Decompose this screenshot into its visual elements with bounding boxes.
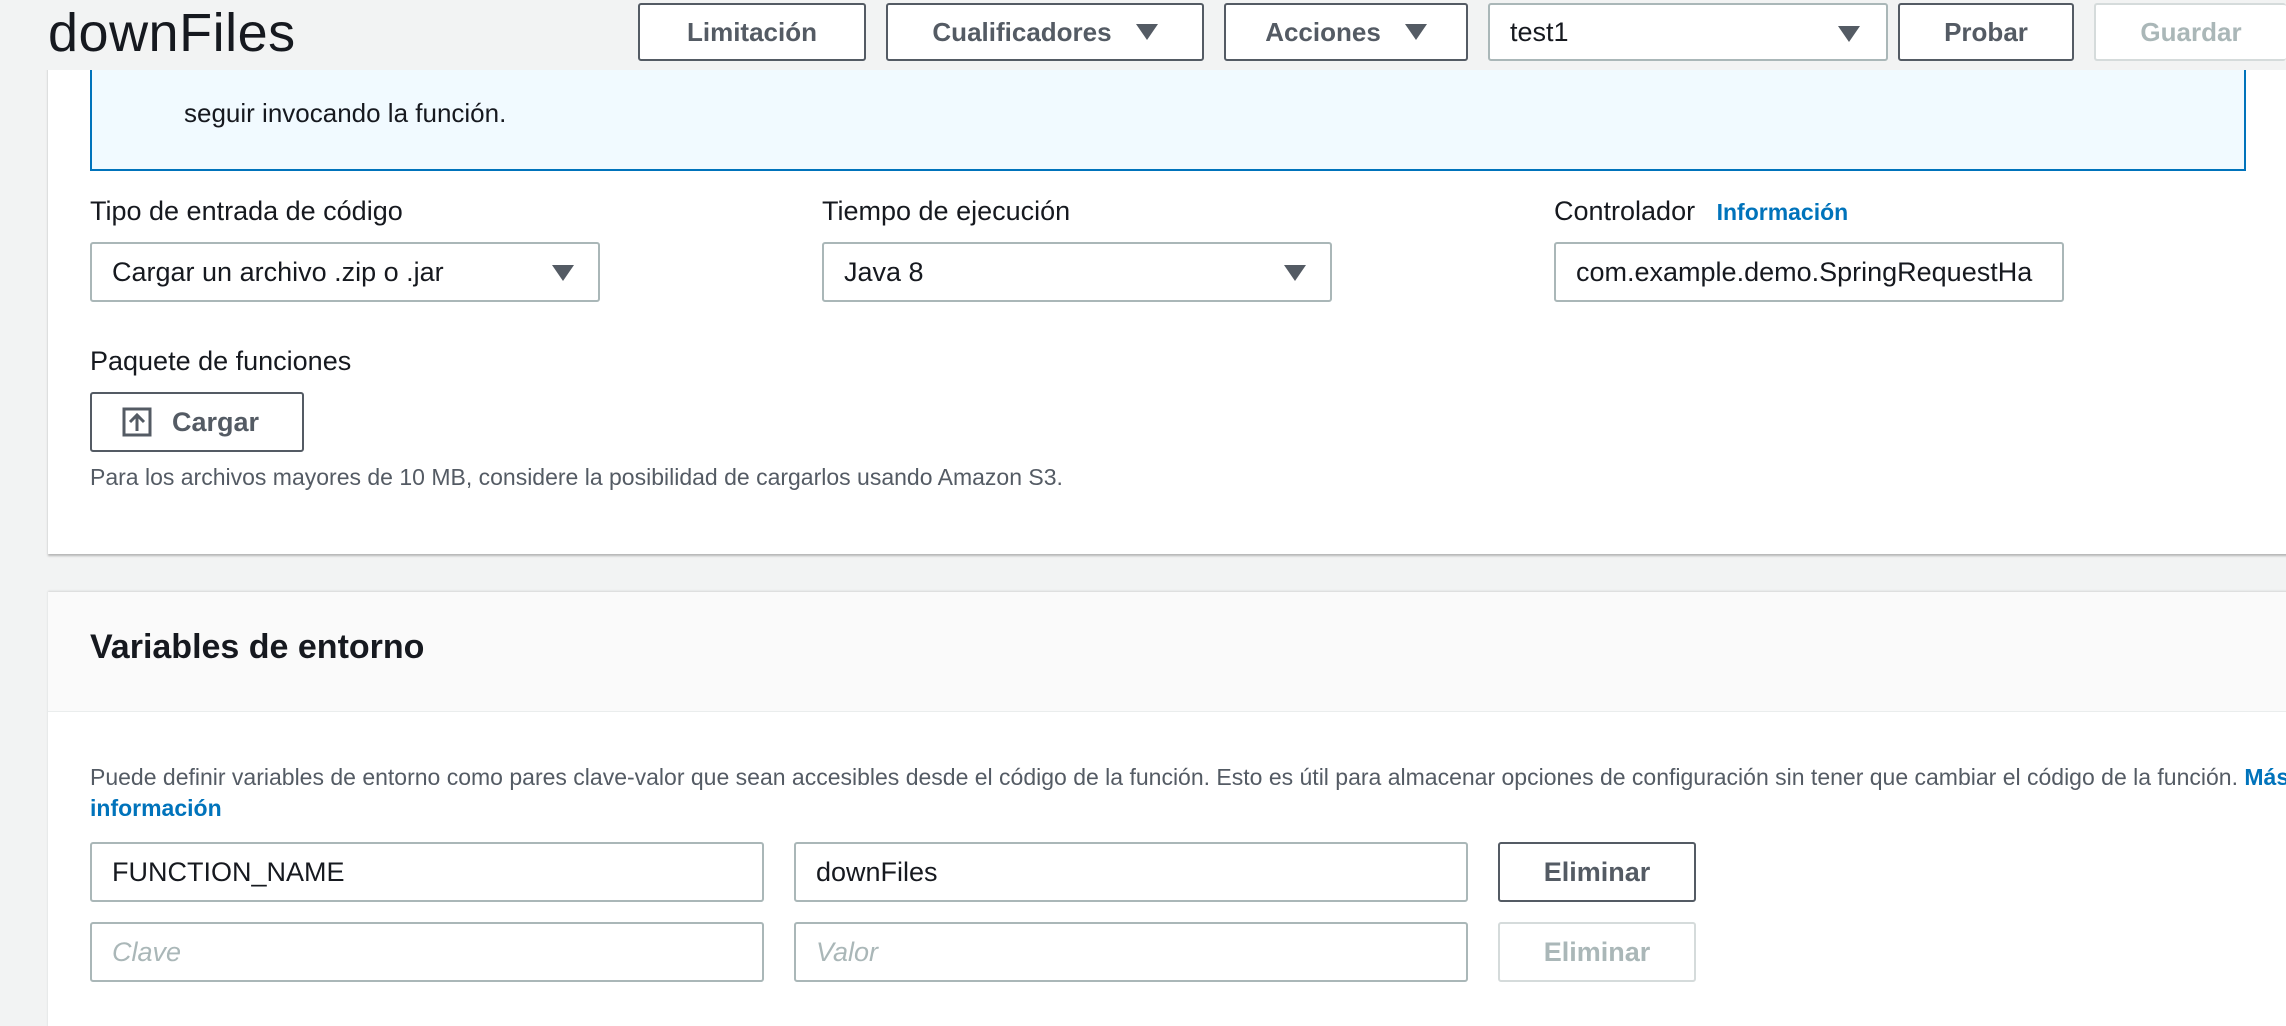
panel-header: Variables de entorno xyxy=(48,592,2286,712)
remove-new-env-button[interactable]: Eliminar xyxy=(1498,922,1696,982)
throttle-button-label: Limitación xyxy=(686,16,817,47)
chevron-down-icon xyxy=(1135,24,1158,40)
qualifiers-button[interactable]: Cualificadores xyxy=(886,3,1204,61)
env-value-input[interactable]: downFiles xyxy=(794,842,1468,902)
test-button-label: Probar xyxy=(1944,16,2028,47)
actions-button-label: Acciones xyxy=(1265,16,1381,47)
new-env-key-input[interactable]: Clave xyxy=(90,922,764,982)
remove-env-button[interactable]: Eliminar xyxy=(1498,842,1696,902)
function-title: downFiles xyxy=(48,3,296,63)
new-env-value-placeholder: Valor xyxy=(816,936,879,967)
runtime-select[interactable]: Java 8 xyxy=(822,242,1332,302)
test-button[interactable]: Probar xyxy=(1898,3,2074,61)
chevron-down-icon xyxy=(1284,265,1306,281)
panel-title: Variables de entorno xyxy=(90,628,425,666)
env-key-input[interactable]: FUNCTION_NAME xyxy=(90,842,764,902)
runtime-label: Tiempo de ejecución xyxy=(822,196,1071,226)
handler-label: Controlador Información xyxy=(1554,196,1848,227)
chevron-down-icon xyxy=(1838,26,1860,42)
handler-info-link[interactable]: Información xyxy=(1717,199,1849,225)
qualifiers-button-label: Cualificadores xyxy=(932,16,1112,47)
upload-button-label: Cargar xyxy=(172,406,260,437)
new-env-value-input[interactable]: Valor xyxy=(794,922,1468,982)
handler-value: com.example.demo.SpringRequestHa xyxy=(1576,256,2033,287)
upload-button[interactable]: Cargar xyxy=(90,392,304,452)
save-button-label: Guardar xyxy=(2140,16,2242,47)
env-key-value: FUNCTION_NAME xyxy=(112,856,345,887)
runtime-value: Java 8 xyxy=(844,256,924,287)
handler-label-text: Controlador xyxy=(1554,196,1696,226)
function-header: downFiles Limitación Cualificadores Acci… xyxy=(0,0,2286,70)
test-event-value: test1 xyxy=(1510,16,1569,47)
env-value-value: downFiles xyxy=(816,856,938,887)
throttle-button[interactable]: Limitación xyxy=(638,3,866,61)
remove-new-env-button-label: Eliminar xyxy=(1543,936,1651,967)
code-entry-type-label: Tipo de entrada de código xyxy=(90,196,403,226)
chevron-down-icon xyxy=(552,265,574,281)
env-description: Puede definir variables de entorno como … xyxy=(90,762,2286,824)
new-env-key-placeholder: Clave xyxy=(112,936,182,967)
upload-icon xyxy=(122,407,152,437)
test-event-select[interactable]: test1 xyxy=(1488,3,1888,61)
remove-env-button-label: Eliminar xyxy=(1543,856,1651,887)
code-entry-type-value: Cargar un archivo .zip o .jar xyxy=(112,256,444,287)
handler-input[interactable]: com.example.demo.SpringRequestHa xyxy=(1554,242,2064,302)
alert-text: seguir invocando la función. xyxy=(184,98,507,128)
env-description-text: Puede definir variables de entorno como … xyxy=(90,764,2238,790)
chevron-down-icon xyxy=(1404,24,1427,40)
actions-button[interactable]: Acciones xyxy=(1224,3,1468,61)
function-package-label: Paquete de funciones xyxy=(90,346,352,376)
save-button[interactable]: Guardar xyxy=(2094,3,2286,61)
code-entry-type-select[interactable]: Cargar un archivo .zip o .jar xyxy=(90,242,600,302)
upload-hint: Para los archivos mayores de 10 MB, cons… xyxy=(90,464,1063,490)
